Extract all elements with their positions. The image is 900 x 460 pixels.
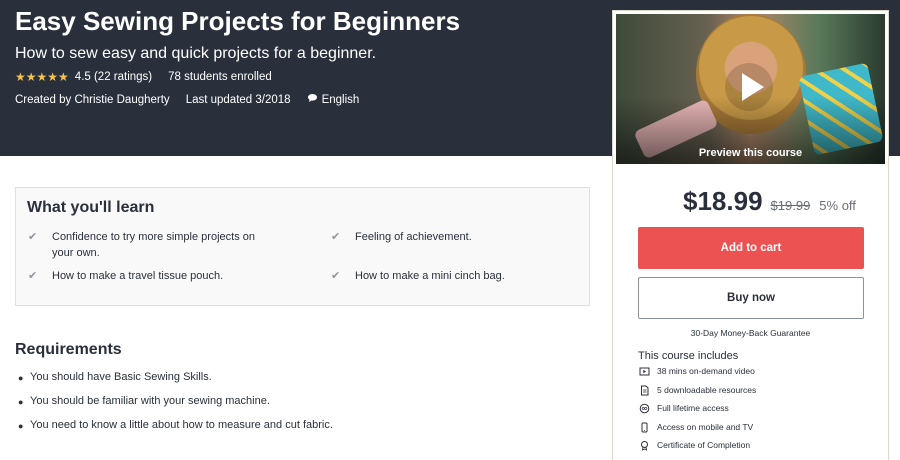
- buy-now-button[interactable]: Buy now: [638, 277, 864, 319]
- video-icon: [638, 365, 650, 377]
- price-row: $18.99 $19.99 5% off: [683, 186, 856, 217]
- rating-stars: ★★★★★: [15, 70, 69, 84]
- learn-item: ✔ Feeling of achievement.: [331, 231, 472, 243]
- learn-item: ✔ How to make a travel tissue pouch.: [28, 270, 224, 282]
- course-preview[interactable]: Preview this course: [616, 14, 885, 164]
- include-lifetime: Full lifetime access: [638, 402, 729, 414]
- course-title: Easy Sewing Projects for Beginners: [15, 6, 461, 36]
- bullet-icon: ●: [18, 397, 24, 407]
- infinity-icon: [638, 402, 650, 414]
- speech-bubble-icon: [307, 93, 318, 106]
- current-price: $18.99: [683, 186, 763, 216]
- discount-label: 5% off: [819, 198, 856, 213]
- certificate-icon: [638, 439, 650, 451]
- requirement-item: ● You should have Basic Sewing Skills.: [18, 371, 212, 383]
- play-icon[interactable]: [724, 62, 774, 112]
- mobile-icon: [638, 421, 650, 433]
- rating-row: ★★★★★ 4.5 (22 ratings) 78 students enrol…: [15, 70, 272, 84]
- include-video: 38 mins on-demand video: [638, 365, 755, 377]
- original-price: $19.99: [770, 198, 811, 213]
- course-subtitle: How to sew easy and quick projects for a…: [15, 45, 377, 62]
- bullet-icon: ●: [18, 373, 24, 383]
- course-meta: Created by Christie Daugherty Last updat…: [15, 93, 359, 106]
- money-back-guarantee: 30-Day Money-Back Guarantee: [690, 328, 811, 338]
- created-by[interactable]: Created by Christie Daugherty: [15, 94, 170, 106]
- add-to-cart-button[interactable]: Add to cart: [638, 227, 864, 269]
- file-icon: [638, 384, 650, 396]
- last-updated: Last updated 3/2018: [185, 93, 291, 106]
- what-you-will-learn: What you'll learn ✔ Confidence to try mo…: [15, 187, 590, 306]
- learn-item: ✔ Confidence to try more simple projects…: [28, 231, 255, 259]
- includes-title: This course includes: [638, 350, 739, 362]
- preview-label[interactable]: Preview this course: [616, 147, 885, 159]
- include-certificate: Certificate of Completion: [638, 439, 750, 451]
- requirement-item: ● You need to know a little about how to…: [18, 419, 333, 431]
- check-icon: ✔: [28, 270, 38, 282]
- students-enrolled: 78 students enrolled: [168, 71, 272, 83]
- purchase-sidebar: Preview this course $18.99 $19.99 5% off…: [612, 10, 889, 460]
- check-icon: ✔: [331, 231, 341, 243]
- learn-title: What you'll learn: [27, 199, 155, 216]
- requirements-title: Requirements: [15, 341, 122, 358]
- include-mobile: Access on mobile and TV: [638, 421, 753, 433]
- include-resources: 5 downloadable resources: [638, 384, 756, 396]
- rating-text[interactable]: 4.5 (22 ratings): [75, 71, 152, 83]
- learn-item: ✔ How to make a mini cinch bag.: [331, 270, 505, 282]
- bullet-icon: ●: [18, 421, 24, 431]
- check-icon: ✔: [28, 231, 38, 243]
- requirement-item: ● You should be familiar with your sewin…: [18, 395, 270, 407]
- course-language: English: [321, 93, 360, 106]
- check-icon: ✔: [331, 270, 341, 282]
